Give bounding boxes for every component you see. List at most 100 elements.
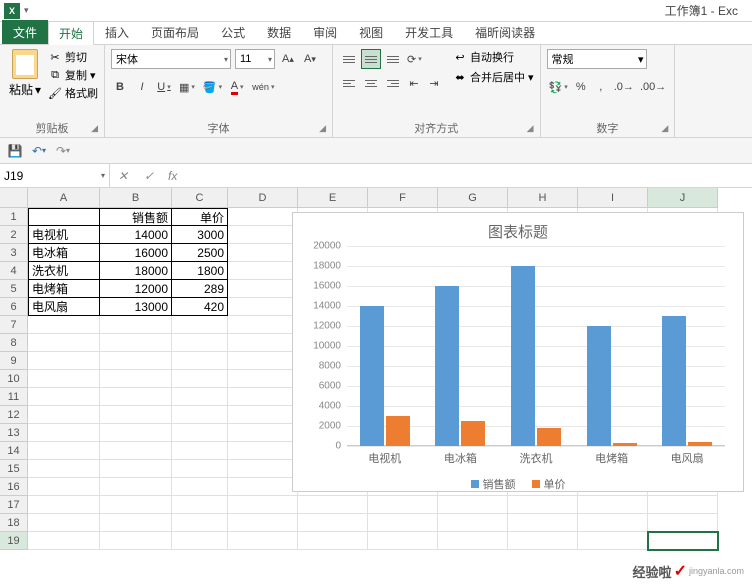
wrap-text-button[interactable]: ↩自动换行	[453, 49, 534, 65]
shrink-font-button[interactable]: A▾	[301, 49, 319, 69]
column-header[interactable]: B	[100, 188, 172, 208]
cell[interactable]	[368, 532, 438, 550]
cell[interactable]	[100, 352, 172, 370]
cell[interactable]	[28, 352, 100, 370]
percent-button[interactable]: %	[572, 77, 590, 97]
cell[interactable]	[578, 496, 648, 514]
cell[interactable]: 14000	[100, 226, 172, 244]
cell[interactable]	[172, 388, 228, 406]
cell[interactable]	[28, 496, 100, 514]
cell[interactable]	[28, 334, 100, 352]
tab-formulas[interactable]: 公式	[210, 20, 256, 44]
cell[interactable]	[228, 406, 298, 424]
row-header[interactable]: 11	[0, 388, 28, 406]
cell[interactable]	[508, 532, 578, 550]
cell[interactable]	[28, 478, 100, 496]
cell[interactable]: 289	[172, 280, 228, 298]
increase-indent-button[interactable]: ⇥	[425, 73, 443, 93]
cell[interactable]	[28, 514, 100, 532]
cell[interactable]	[28, 442, 100, 460]
cell[interactable]	[228, 280, 298, 298]
copy-button[interactable]: ⧉复制▾	[48, 67, 98, 83]
column-header[interactable]: G	[438, 188, 508, 208]
font-size-select[interactable]: 11▾	[235, 49, 275, 69]
cell[interactable]	[28, 406, 100, 424]
column-header[interactable]: E	[298, 188, 368, 208]
cell[interactable]: 16000	[100, 244, 172, 262]
font-name-select[interactable]: 宋体▾	[111, 49, 231, 69]
dialog-launcher-icon[interactable]: ◢	[91, 123, 98, 134]
border-button[interactable]: ▦▾	[177, 77, 197, 97]
cell[interactable]	[172, 352, 228, 370]
cell[interactable]: 18000	[100, 262, 172, 280]
cell[interactable]	[28, 424, 100, 442]
dialog-launcher-icon[interactable]: ◢	[661, 123, 668, 134]
align-right-button[interactable]	[383, 73, 403, 93]
cell[interactable]: 电烤箱	[28, 280, 100, 298]
row-header[interactable]: 9	[0, 352, 28, 370]
name-box[interactable]: J19▾	[0, 164, 110, 187]
phonetic-button[interactable]: wén▾	[250, 77, 276, 97]
underline-button[interactable]: U▾	[155, 77, 173, 97]
row-header[interactable]: 16	[0, 478, 28, 496]
merge-center-button[interactable]: ⬌合并后居中▾	[453, 69, 534, 85]
cell[interactable]: 1800	[172, 262, 228, 280]
undo-icon[interactable]: ↶▾	[30, 142, 48, 160]
number-format-select[interactable]: 常规▾	[547, 49, 647, 69]
row-header[interactable]: 13	[0, 424, 28, 442]
cell[interactable]	[172, 406, 228, 424]
decrease-decimal-button[interactable]: .00→	[638, 77, 668, 97]
cell[interactable]	[228, 226, 298, 244]
cell[interactable]	[28, 532, 100, 550]
cell[interactable]	[172, 514, 228, 532]
row-header[interactable]: 18	[0, 514, 28, 532]
column-header[interactable]: H	[508, 188, 578, 208]
cell[interactable]	[228, 442, 298, 460]
cell[interactable]	[172, 334, 228, 352]
cell[interactable]	[100, 460, 172, 478]
cell[interactable]	[438, 496, 508, 514]
cell[interactable]	[28, 388, 100, 406]
cell[interactable]	[228, 352, 298, 370]
cell[interactable]: 13000	[100, 298, 172, 316]
row-header[interactable]: 5	[0, 280, 28, 298]
row-header[interactable]: 14	[0, 442, 28, 460]
cell[interactable]	[100, 406, 172, 424]
align-top-button[interactable]	[339, 49, 359, 69]
cell[interactable]	[228, 298, 298, 316]
cell[interactable]	[28, 460, 100, 478]
paste-button[interactable]: 粘贴▾	[6, 49, 44, 118]
cell[interactable]	[228, 316, 298, 334]
cell[interactable]	[298, 514, 368, 532]
row-header[interactable]: 1	[0, 208, 28, 226]
cell[interactable]	[298, 496, 368, 514]
column-header[interactable]: C	[172, 188, 228, 208]
orientation-button[interactable]: ⟳▾	[405, 49, 424, 69]
row-header[interactable]: 17	[0, 496, 28, 514]
italic-button[interactable]: I	[133, 77, 151, 97]
tab-view[interactable]: 视图	[348, 20, 394, 44]
font-color-button[interactable]: A▾	[228, 77, 246, 97]
align-center-button[interactable]	[361, 73, 381, 93]
cell[interactable]	[228, 370, 298, 388]
cell[interactable]	[298, 532, 368, 550]
row-header[interactable]: 12	[0, 406, 28, 424]
cell[interactable]	[228, 262, 298, 280]
qat-dropdown-icon[interactable]: ▾	[24, 5, 29, 16]
format-painter-button[interactable]: 🖌格式刷	[48, 85, 98, 101]
cell[interactable]	[648, 514, 718, 532]
cell[interactable]	[28, 316, 100, 334]
tab-review[interactable]: 审阅	[302, 20, 348, 44]
cell[interactable]	[28, 208, 100, 226]
cell[interactable]	[100, 442, 172, 460]
decrease-indent-button[interactable]: ⇤	[405, 73, 423, 93]
bold-button[interactable]: B	[111, 77, 129, 97]
cell[interactable]	[228, 514, 298, 532]
align-middle-button[interactable]	[361, 49, 381, 69]
cell[interactable]	[172, 316, 228, 334]
chevron-down-icon[interactable]: ▾	[35, 83, 41, 97]
cell[interactable]	[578, 532, 648, 550]
cell[interactable]	[228, 388, 298, 406]
cell[interactable]	[508, 514, 578, 532]
cell[interactable]	[172, 496, 228, 514]
